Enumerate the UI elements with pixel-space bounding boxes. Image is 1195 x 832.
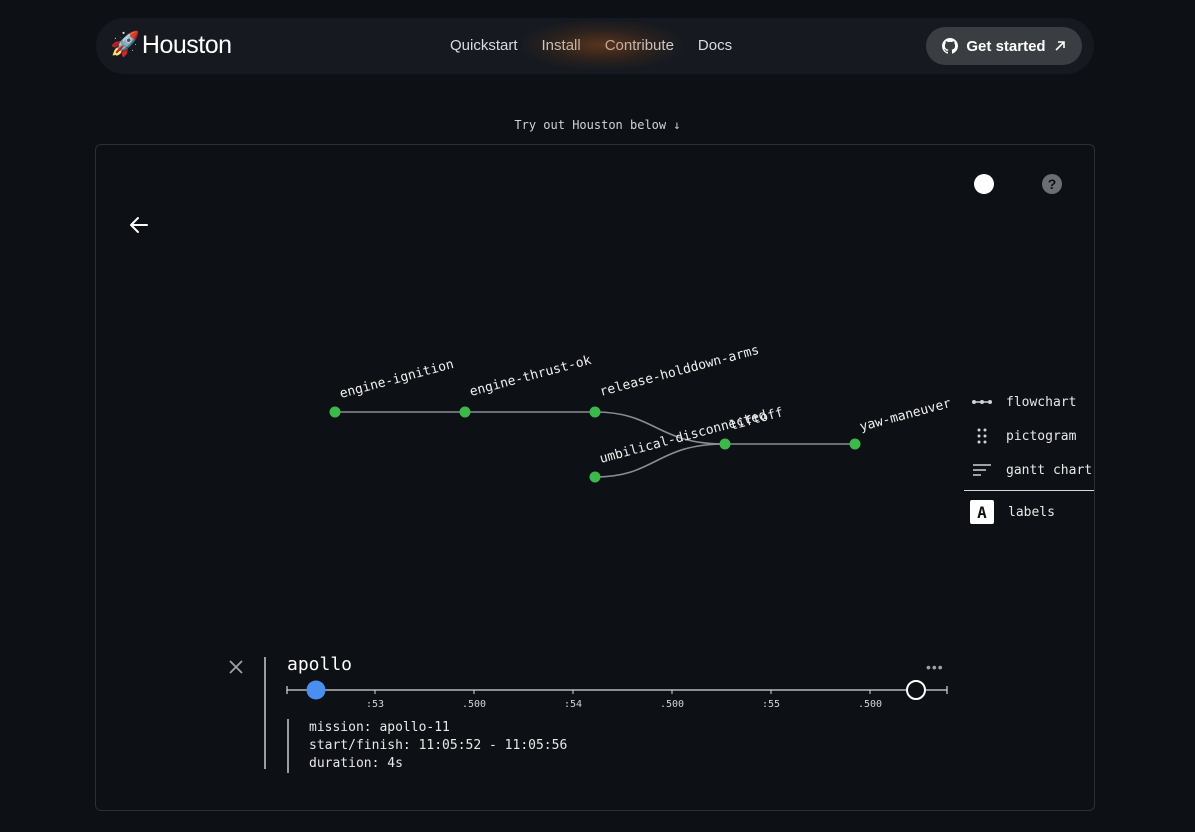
view-pictogram-label: pictogram [1006, 428, 1077, 444]
timeline-end-handle[interactable] [906, 680, 926, 700]
timeline-tick-labels: :53 .500 :54 .500 :55 .500 [366, 699, 882, 710]
view-gantt[interactable]: gantt chart [964, 453, 1094, 487]
view-flowchart-label: flowchart [1006, 394, 1077, 410]
trace-name: apollo [287, 654, 353, 675]
toggle-labels-label: labels [1008, 504, 1055, 520]
label-engine-thrust-ok: engine-thrust-ok [468, 353, 593, 400]
tick-label: :55 [762, 699, 780, 710]
node-liftoff[interactable] [719, 438, 731, 450]
tick-label: :53 [366, 699, 384, 710]
node-yaw-maneuver[interactable] [849, 438, 861, 450]
node-release-holddown-arms[interactable] [589, 406, 601, 418]
detail-start-finish: start/finish: 11:05:52 - 11:05:56 [309, 738, 568, 753]
view-gantt-label: gantt chart [1006, 462, 1093, 478]
get-started-label: Get started [966, 37, 1046, 55]
node-engine-thrust-ok[interactable] [459, 406, 471, 418]
label-release-holddown-arms: release-holddown-arms [598, 343, 761, 400]
nav-link-contribute[interactable]: Contribute [593, 37, 686, 55]
view-pictogram[interactable]: pictogram [964, 419, 1094, 453]
flowchart-graph: engine-ignition engine-thrust-ok release… [329, 343, 953, 483]
node-umbilical-disconnected[interactable] [589, 471, 601, 483]
top-nav: 🚀 Houston Quickstart Install Contribute … [96, 18, 1094, 74]
nav-link-docs[interactable]: Docs [686, 37, 744, 55]
tick-label: :54 [564, 699, 582, 710]
more-options-icon[interactable]: ••• [926, 659, 944, 675]
tick-label: .500 [660, 699, 684, 710]
view-menu-divider [964, 490, 1094, 491]
flowchart-icon [972, 392, 992, 412]
github-icon [942, 38, 959, 54]
timeline-slider[interactable]: :53 .500 :54 .500 :55 .500 [286, 680, 951, 714]
toggle-labels[interactable]: A labels [964, 495, 1094, 529]
arrow-up-right-icon [1055, 41, 1065, 51]
nav-links: Quickstart Install Contribute Docs [438, 21, 744, 69]
pictogram-icon [972, 426, 992, 446]
node-engine-ignition[interactable] [329, 406, 341, 418]
demo-panel: ? engine-ignition engine-thrust-ok relea… [95, 144, 1095, 811]
nav-link-install[interactable]: Install [530, 37, 593, 55]
label-yaw-maneuver: yaw-maneuver [858, 396, 953, 435]
gantt-icon [972, 460, 992, 480]
nav-link-quickstart[interactable]: Quickstart [438, 37, 530, 55]
tryout-caption: Try out Houston below ↓ [514, 118, 681, 132]
view-flowchart[interactable]: flowchart [964, 385, 1094, 419]
labels-icon: A [970, 500, 994, 524]
tick-label: .500 [462, 699, 486, 710]
detail-duration: duration: 4s [309, 756, 403, 771]
view-menu: flowchart pictogram gantt chart A labels [964, 385, 1094, 529]
rocket-icon: 🚀 [110, 31, 140, 58]
tick-label: .500 [858, 699, 882, 710]
brand-name: Houston [141, 30, 232, 59]
label-engine-ignition: engine-ignition [338, 357, 455, 402]
close-icon[interactable] [228, 659, 244, 675]
get-started-button[interactable]: Get started [926, 27, 1082, 65]
brand-logo[interactable]: 🚀 Houston [110, 30, 232, 60]
timeline-start-handle[interactable] [306, 680, 326, 700]
detail-mission: mission: apollo-11 [309, 720, 450, 735]
graph-labels: engine-ignition engine-thrust-ok release… [338, 343, 953, 467]
trace-details: mission: apollo-11 start/finish: 11:05:5… [287, 719, 567, 773]
timeline-divider [264, 657, 266, 769]
